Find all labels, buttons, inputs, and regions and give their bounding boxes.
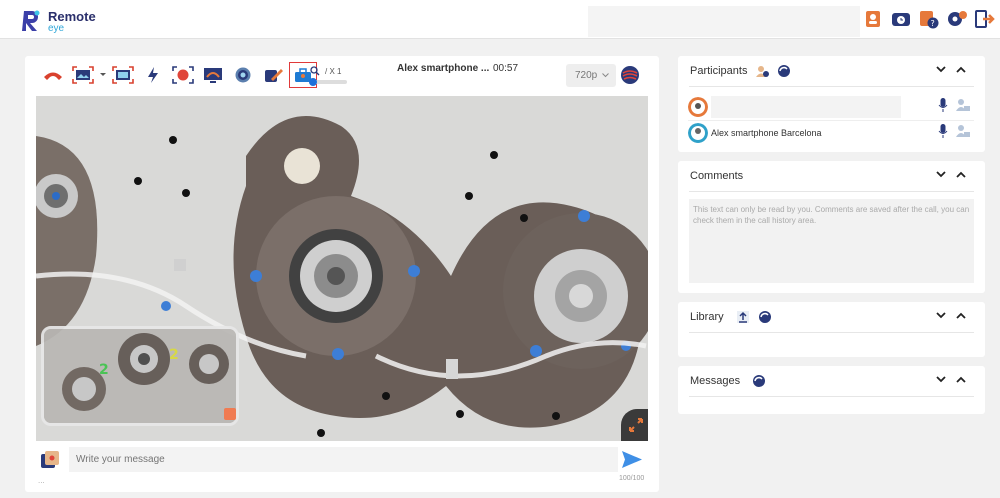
refresh-icon[interactable] bbox=[777, 64, 791, 78]
expand-chevron-icon[interactable] bbox=[956, 376, 966, 384]
remote-eye-logo-icon bbox=[22, 10, 40, 31]
self-view-feed: 2 2 bbox=[44, 329, 236, 423]
refresh-icon[interactable] bbox=[752, 374, 766, 388]
comments-panel: Comments This text can only be read by y… bbox=[678, 161, 985, 293]
svg-text:?: ? bbox=[931, 19, 935, 28]
camera-switch-icon[interactable] bbox=[229, 62, 257, 88]
collapse-chevron-icon[interactable] bbox=[936, 171, 946, 179]
pip-marker-2: 2 bbox=[169, 347, 179, 363]
header-blank-area bbox=[588, 6, 860, 37]
flash-icon[interactable] bbox=[139, 62, 167, 88]
self-view-pip[interactable]: 2 2 bbox=[41, 326, 239, 426]
participant-video-icon[interactable] bbox=[956, 124, 970, 138]
microphone-icon[interactable] bbox=[938, 124, 948, 138]
capture-dropdown-icon[interactable] bbox=[99, 62, 107, 88]
expand-chevron-icon[interactable] bbox=[956, 171, 966, 179]
zoom-control: / X 1 bbox=[310, 66, 341, 76]
zoom-label: / X 1 bbox=[325, 66, 342, 76]
collapse-chevron-icon[interactable] bbox=[936, 66, 946, 74]
settings-icon[interactable] bbox=[946, 8, 968, 30]
call-participant-name: Alex smartphone ... bbox=[397, 63, 490, 74]
divider bbox=[689, 191, 974, 192]
library-title: Library bbox=[690, 311, 724, 323]
call-panel: / X 1 Alex smartphone ... 00:57 720p 2 2… bbox=[25, 56, 659, 492]
divider bbox=[689, 332, 974, 333]
participant-row bbox=[688, 95, 974, 119]
typing-indicator: ... bbox=[38, 476, 45, 485]
participant-row: Alex smartphone Barcelona bbox=[688, 120, 974, 144]
comments-textarea[interactable]: This text can only be read by you. Comme… bbox=[689, 199, 974, 283]
screen-share-icon[interactable] bbox=[109, 62, 137, 88]
zoom-icon bbox=[310, 66, 320, 76]
add-participant-icon[interactable] bbox=[755, 64, 770, 78]
call-duration: 00:57 bbox=[493, 63, 519, 74]
participant-avatar bbox=[688, 97, 708, 117]
logout-icon[interactable] bbox=[974, 8, 996, 30]
chevron-down-icon bbox=[602, 73, 610, 78]
collapse-chevron-icon[interactable] bbox=[936, 376, 946, 384]
top-bar: Remote eye ? bbox=[0, 0, 1000, 39]
participant-name-field bbox=[711, 96, 901, 118]
annotate-icon[interactable] bbox=[259, 62, 287, 88]
zoom-slider[interactable] bbox=[309, 78, 347, 86]
message-bar bbox=[36, 446, 648, 473]
expand-chevron-icon[interactable] bbox=[956, 312, 966, 320]
participants-panel: Participants Alex smartphone Barcelona bbox=[678, 56, 985, 152]
hang-up-icon[interactable] bbox=[39, 62, 67, 88]
video-stream[interactable]: 2 2 bbox=[36, 96, 648, 441]
messages-title: Messages bbox=[690, 375, 741, 387]
participant-name: Alex smartphone Barcelona bbox=[711, 127, 822, 138]
network-quality-icon[interactable] bbox=[619, 65, 641, 90]
divider bbox=[689, 396, 974, 397]
brand-title: Remote bbox=[48, 9, 96, 24]
participant-video-icon[interactable] bbox=[956, 98, 970, 112]
resolution-value: 720p bbox=[575, 70, 598, 81]
refresh-icon[interactable] bbox=[758, 310, 772, 324]
message-input[interactable] bbox=[69, 447, 618, 472]
record-icon[interactable] bbox=[169, 62, 197, 88]
participant-avatar bbox=[688, 122, 708, 143]
divider bbox=[689, 86, 974, 87]
call-toolbar bbox=[39, 62, 319, 88]
screen-cast-icon[interactable] bbox=[199, 62, 227, 88]
microphone-icon[interactable] bbox=[938, 98, 948, 112]
pip-marker-1: 2 bbox=[99, 362, 109, 378]
help-icon[interactable]: ? bbox=[918, 8, 940, 30]
brand-subtitle: eye bbox=[48, 23, 65, 34]
library-panel: Library bbox=[678, 302, 985, 357]
attach-image-icon[interactable] bbox=[36, 446, 64, 473]
history-icon[interactable] bbox=[890, 8, 912, 30]
collapse-chevron-icon[interactable] bbox=[936, 312, 946, 320]
participants-title: Participants bbox=[690, 65, 748, 77]
brand-name: Remote eye bbox=[48, 9, 96, 35]
zoom-slider-handle[interactable] bbox=[309, 78, 317, 86]
comments-title: Comments bbox=[690, 170, 744, 182]
expand-chevron-icon[interactable] bbox=[956, 66, 966, 74]
fullscreen-button[interactable] bbox=[621, 409, 648, 441]
messages-panel: Messages bbox=[678, 366, 985, 414]
expand-icon bbox=[629, 418, 643, 432]
contacts-icon[interactable] bbox=[862, 8, 884, 30]
resolution-select[interactable]: 720p bbox=[566, 64, 616, 87]
stop-self-view-button[interactable] bbox=[224, 408, 236, 420]
character-counter: 100/100 bbox=[619, 475, 645, 482]
upload-icon[interactable] bbox=[736, 310, 750, 324]
capture-image-icon[interactable] bbox=[69, 62, 97, 88]
send-icon[interactable] bbox=[621, 450, 643, 474]
